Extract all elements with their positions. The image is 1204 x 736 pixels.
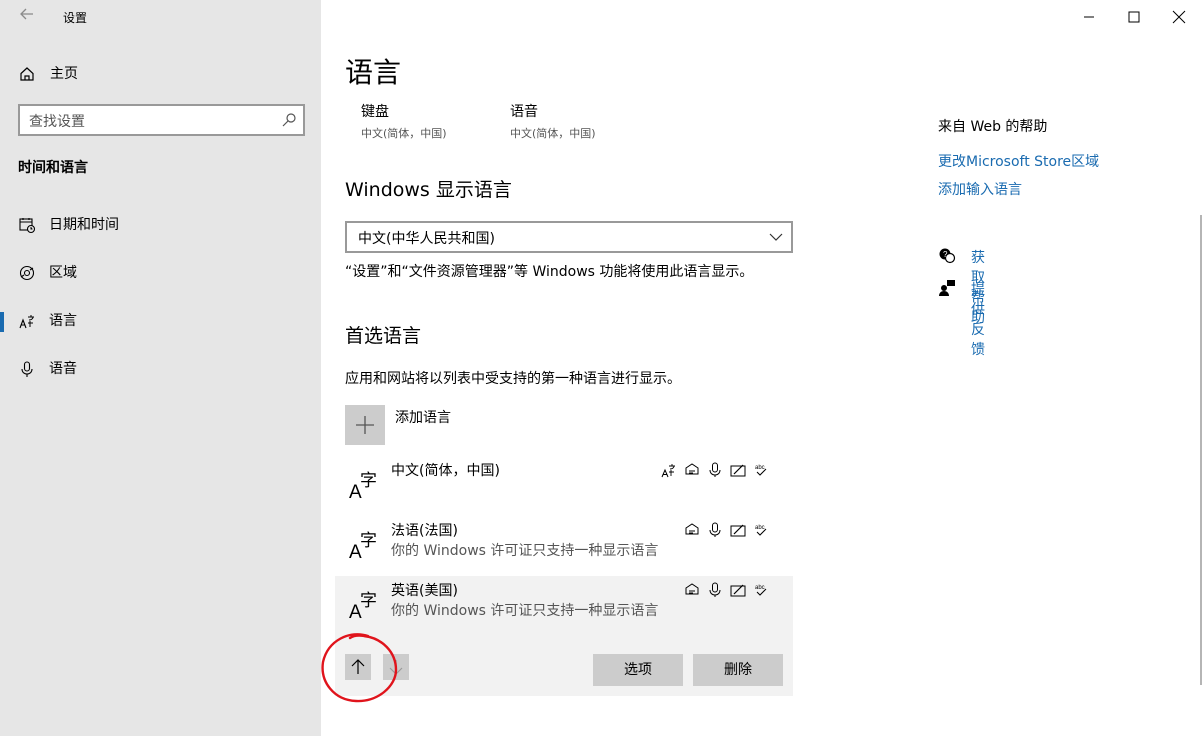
nav-item-label: 区域 — [49, 265, 77, 281]
nav-item-label: 语音 — [49, 361, 77, 377]
speech-recognition-feature-icon — [709, 462, 721, 477]
language-glyph-icon: A 字 — [349, 591, 377, 620]
handwriting-feature-icon — [730, 524, 746, 537]
language-item-chinese[interactable]: A 字 中文(简体，中国) abc — [335, 456, 793, 516]
language-name: 英语(美国) — [391, 583, 458, 599]
keyboard-status[interactable]: 键盘 中文(简体，中国) — [361, 103, 447, 141]
svg-text:abc: abc — [755, 465, 765, 471]
nav-item-label: 语言 — [49, 313, 77, 329]
speech-recognition-feature-icon — [709, 522, 721, 537]
text-to-speech-feature-icon — [685, 583, 699, 595]
svg-text:字: 字 — [360, 591, 377, 611]
search-input[interactable]: 查找设置 — [18, 104, 305, 136]
calendar-clock-icon — [19, 218, 36, 234]
status-title: 语音 — [510, 104, 538, 120]
nav-item-date-time[interactable]: 日期和时间 — [0, 207, 321, 243]
change-store-region-link[interactable]: 更改Microsoft Store区域 — [938, 151, 1099, 171]
language-glyph-icon: A 字 — [349, 471, 377, 500]
nav-home-label: 主页 — [50, 66, 78, 82]
options-button[interactable]: 选项 — [593, 654, 683, 686]
move-up-button[interactable] — [345, 654, 371, 680]
language-item-english[interactable]: A 字 英语(美国) 你的 Windows 许可证只支持一种显示语言 abc 选… — [335, 576, 793, 696]
nav-item-speech[interactable]: 语音 — [0, 351, 321, 387]
display-language-dropdown[interactable]: 中文(中华人民共和国) — [345, 221, 793, 253]
spellcheck-feature-icon: abc — [755, 585, 767, 596]
handwriting-feature-icon — [730, 464, 746, 477]
globe-icon — [19, 265, 35, 281]
status-subtitle: 中文(简体，中国) — [361, 127, 447, 140]
nav-item-language[interactable]: 语言 — [0, 303, 321, 339]
add-input-language-link[interactable]: 添加输入语言 — [938, 179, 1022, 199]
text-to-speech-feature-icon — [685, 463, 699, 475]
display-language-feature-icon — [661, 464, 675, 478]
language-glyph-icon: A 字 — [349, 531, 377, 560]
display-language-note: “设置”和“文件资源管理器”等 Windows 功能将使用此语言显示。 — [345, 264, 754, 280]
help-title: 来自 Web 的帮助 — [938, 119, 1048, 135]
language-item-french[interactable]: A 字 法语(法国) 你的 Windows 许可证只支持一种显示语言 abc — [335, 516, 793, 576]
main-content: 语言 键盘 中文(简体，中国) 语音 中文(简体，中国) Windows 显示语… — [321, 0, 1204, 736]
arrow-down-icon — [389, 660, 403, 675]
chat-help-icon: ? — [939, 248, 956, 264]
feedback-label: 提供反馈 — [971, 282, 985, 358]
nav-item-label: 日期和时间 — [49, 217, 119, 233]
plus-icon — [345, 405, 385, 445]
feedback-person-icon — [939, 280, 955, 296]
status-subtitle: 中文(简体，中国) — [510, 127, 596, 140]
preferred-languages-note: 应用和网站将以列表中受支持的第一种语言进行显示。 — [345, 371, 681, 387]
svg-text:字: 字 — [360, 531, 377, 551]
back-arrow-icon[interactable] — [16, 6, 38, 28]
remove-button[interactable]: 删除 — [693, 654, 783, 686]
handwriting-feature-icon — [730, 584, 746, 597]
app-title: 设置 — [63, 11, 88, 25]
svg-text:abc: abc — [755, 525, 765, 531]
nav-section-title: 时间和语言 — [18, 160, 88, 176]
language-name: 法语(法国) — [391, 523, 458, 539]
speech-status[interactable]: 语音 中文(简体，中国) — [510, 103, 596, 141]
language-subtitle: 你的 Windows 许可证只支持一种显示语言 — [391, 543, 659, 559]
spellcheck-feature-icon: abc — [755, 465, 767, 476]
home-icon — [20, 67, 34, 81]
speech-recognition-feature-icon — [709, 582, 721, 597]
nav-item-region[interactable]: 区域 — [0, 255, 321, 291]
language-subtitle: 你的 Windows 许可证只支持一种显示语言 — [391, 603, 659, 619]
language-icon — [19, 315, 34, 329]
svg-text:abc: abc — [755, 585, 765, 591]
search-icon — [282, 113, 296, 127]
navigation-pane: 设置 主页 查找设置 时间和语言 日期和时间 区域 语言 语音 — [0, 0, 321, 736]
display-language-heading: Windows 显示语言 — [345, 179, 512, 201]
svg-text:?: ? — [943, 250, 948, 259]
add-language-label: 添加语言 — [395, 410, 451, 426]
page-title: 语言 — [345, 56, 402, 89]
microphone-icon — [21, 361, 33, 377]
dropdown-value: 中文(中华人民共和国) — [358, 231, 495, 247]
move-down-button[interactable] — [383, 654, 409, 680]
text-to-speech-feature-icon — [685, 523, 699, 535]
svg-text:字: 字 — [360, 471, 377, 491]
status-title: 键盘 — [361, 104, 389, 120]
search-placeholder: 查找设置 — [29, 114, 85, 130]
nav-home[interactable]: 主页 — [0, 56, 321, 92]
preferred-languages-heading: 首选语言 — [345, 325, 422, 347]
scrollbar[interactable] — [1200, 215, 1202, 685]
arrow-up-icon — [351, 659, 365, 674]
chevron-down-icon — [769, 233, 783, 241]
active-indicator — [0, 312, 4, 332]
add-language-button[interactable]: 添加语言 — [345, 405, 645, 445]
language-name: 中文(简体，中国) — [391, 463, 500, 479]
spellcheck-feature-icon: abc — [755, 525, 767, 536]
